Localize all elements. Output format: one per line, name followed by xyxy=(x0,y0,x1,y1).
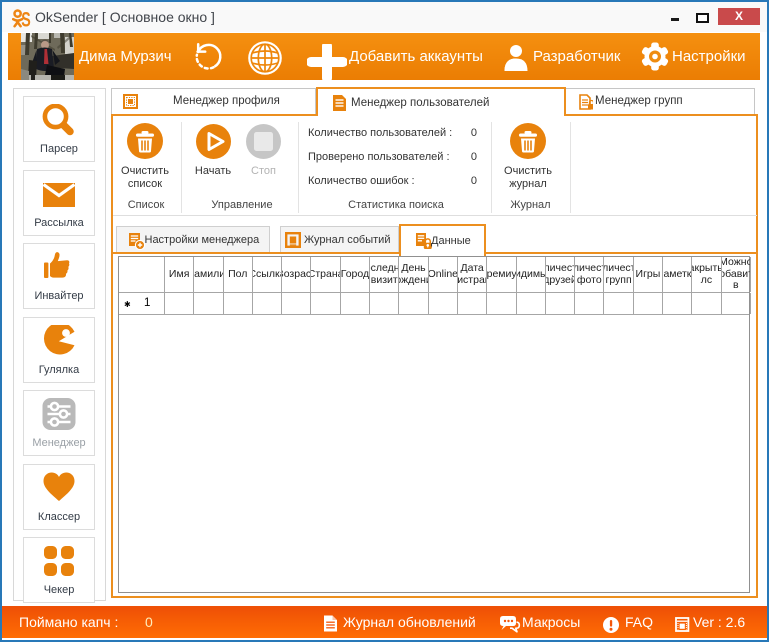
svg-text:S: S xyxy=(21,9,31,28)
